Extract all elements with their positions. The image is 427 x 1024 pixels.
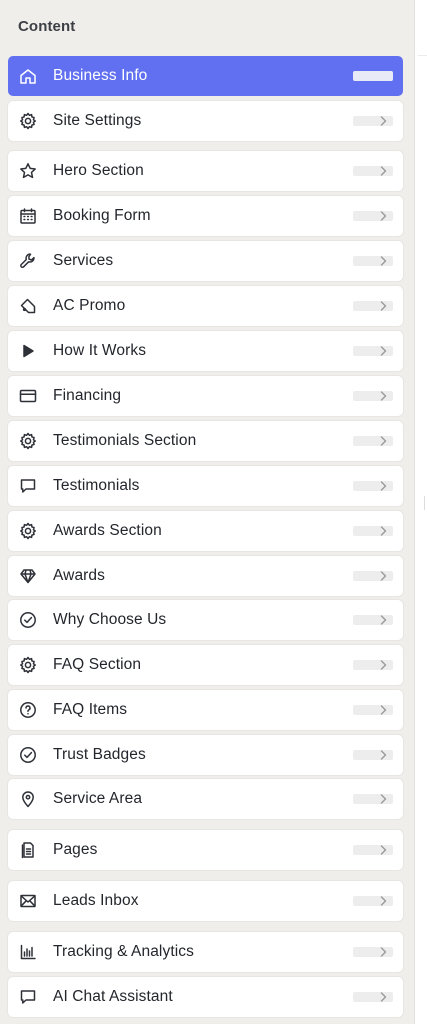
sidebar-item-label: Financing [53, 387, 122, 404]
chevron-right-icon [353, 346, 393, 356]
sidebar-item-pages[interactable]: Pages [8, 830, 403, 870]
chevron-right-icon [353, 705, 393, 715]
sidebar-item-label: Testimonials [53, 477, 140, 494]
map-pin-icon [19, 790, 37, 808]
bar-chart-icon [19, 943, 37, 961]
chevron-right-icon [353, 896, 393, 906]
chevron-right-icon [353, 211, 393, 221]
home-icon [19, 67, 37, 85]
sidebar-item-label: Awards [53, 567, 106, 584]
sidebar-item-label: Leads Inbox [53, 892, 139, 909]
chevron-right-icon [353, 391, 393, 401]
sidebar-item-testimonials[interactable]: Testimonials [8, 466, 403, 506]
chevron-right-icon [353, 845, 393, 855]
chevron-right-icon [353, 436, 393, 446]
sidebar-item-label: Services [53, 252, 114, 269]
sidebar-item-label: Pages [53, 841, 98, 858]
sidebar-heading: Content [18, 18, 76, 35]
gear-icon [19, 522, 37, 540]
check-circle-icon [19, 611, 37, 629]
chevron-right-icon [353, 256, 393, 266]
sidebar-item-label: FAQ Items [53, 701, 128, 718]
sidebar-item-label: Booking Form [53, 207, 151, 224]
gear-icon [19, 656, 37, 674]
chevron-right-icon [353, 571, 393, 581]
sidebar-item-testimonials-section[interactable]: Testimonials Section [8, 421, 403, 461]
sidebar-item-awards[interactable]: Awards [8, 556, 403, 596]
sidebar-item-ai-chat-assistant[interactable]: AI Chat Assistant [8, 977, 403, 1017]
sidebar-item-label: Why Choose Us [53, 611, 167, 628]
envelope-icon [19, 892, 37, 910]
chevron-right-icon [353, 615, 393, 625]
content-sidebar: Content Business Info Site Settings Hero S… [0, 0, 414, 1024]
sidebar-item-financing[interactable]: Financing [8, 376, 403, 416]
chevron-right-icon [353, 526, 393, 536]
question-circle-icon [19, 701, 37, 719]
sidebar-item-ac-promo[interactable]: AC Promo [8, 286, 403, 326]
sidebar-item-tracking-and-analytics[interactable]: Tracking & Analytics [8, 932, 403, 972]
sidebar-item-faq-section[interactable]: FAQ Section [8, 645, 403, 685]
document-icon [19, 841, 37, 859]
sidebar-item-label: Tracking & Analytics [53, 943, 194, 960]
tag-icon [19, 297, 37, 315]
sidebar-item-services[interactable]: Services [8, 241, 403, 281]
play-icon [19, 342, 37, 360]
panel-divider [414, 0, 415, 1024]
calendar-icon [19, 207, 37, 225]
chat-bubble-icon [19, 477, 37, 495]
check-circle-icon [19, 746, 37, 764]
sidebar-item-label: AI Chat Assistant [53, 988, 173, 1005]
sidebar-item-label: Awards Section [53, 522, 162, 539]
sidebar-item-why-choose-us[interactable]: Why Choose Us [8, 600, 403, 640]
star-icon [19, 162, 37, 180]
main-panel-line [418, 55, 427, 56]
chevron-right-icon [353, 481, 393, 491]
chevron-right-icon [353, 660, 393, 670]
sidebar-item-service-area[interactable]: Service Area [8, 779, 403, 819]
sidebar-item-hero-section[interactable]: Hero Section [8, 151, 403, 191]
sidebar-item-label: Hero Section [53, 162, 144, 179]
sidebar-item-label: Site Settings [53, 112, 142, 129]
sidebar-item-label: Testimonials Section [53, 432, 197, 449]
sidebar-item-how-it-works[interactable]: How It Works [8, 331, 403, 371]
sidebar-item-label: Business Info [53, 67, 148, 84]
gear-icon [19, 432, 37, 450]
chevron-right-icon [353, 71, 393, 81]
chevron-right-icon [353, 794, 393, 804]
gear-icon [19, 112, 37, 130]
sidebar-item-label: How It Works [53, 342, 147, 359]
chevron-right-icon [353, 301, 393, 311]
wrench-icon [19, 252, 37, 270]
credit-card-icon [19, 387, 37, 405]
chevron-right-icon [353, 947, 393, 957]
diamond-icon [19, 567, 37, 585]
sidebar-item-site-settings[interactable]: Site Settings [8, 101, 403, 141]
sidebar-item-leads-inbox[interactable]: Leads Inbox [8, 881, 403, 921]
chevron-right-icon [353, 166, 393, 176]
sidebar-item-booking-form[interactable]: Booking Form [8, 196, 403, 236]
sidebar-item-label: AC Promo [53, 297, 126, 314]
chevron-right-icon [353, 750, 393, 760]
sidebar-item-trust-badges[interactable]: Trust Badges [8, 735, 403, 775]
main-panel-tick [424, 496, 425, 510]
chat-bubble-icon [19, 988, 37, 1006]
sidebar-item-label: Trust Badges [53, 746, 146, 763]
sidebar-item-label: Service Area [53, 790, 143, 807]
sidebar-item-faq-items[interactable]: FAQ Items [8, 690, 403, 730]
sidebar-item-label: FAQ Section [53, 656, 142, 673]
sidebar-item-business-info[interactable]: Business Info [8, 56, 403, 96]
chevron-right-icon [353, 992, 393, 1002]
sidebar-item-awards-section[interactable]: Awards Section [8, 511, 403, 551]
chevron-right-icon [353, 116, 393, 126]
